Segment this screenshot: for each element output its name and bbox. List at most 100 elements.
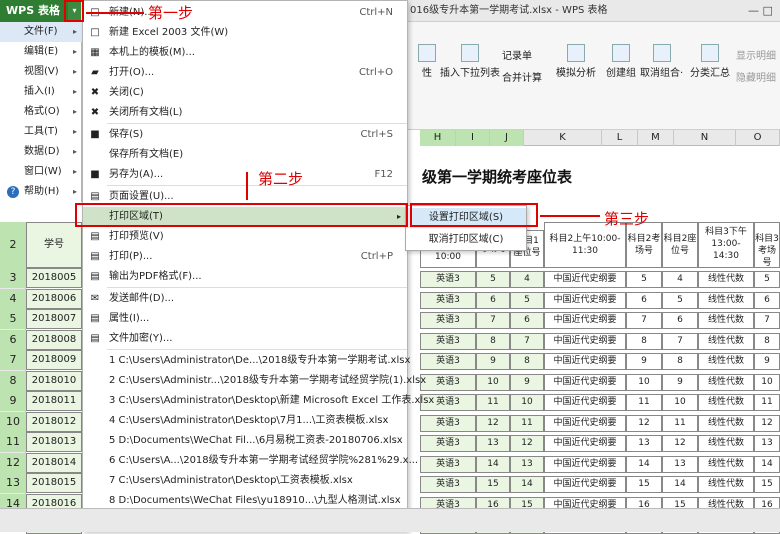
col-header[interactable]: I — [456, 130, 490, 146]
menu-format[interactable]: 格式(O) ▸ — [0, 102, 82, 122]
table-cell[interactable]: 14 — [510, 476, 544, 493]
table-cell[interactable]: 14 — [754, 455, 780, 473]
table-cell[interactable]: 12 — [476, 414, 510, 432]
menu-window[interactable]: 窗口(W) ▸ — [0, 162, 82, 182]
table-cell[interactable]: 中国近代史纲要 — [544, 476, 626, 493]
row-header[interactable]: 12 — [0, 452, 26, 473]
row-header[interactable]: 6 — [0, 329, 26, 350]
student-id-cell[interactable]: 2018011 — [26, 391, 82, 411]
table-cell[interactable]: 5 — [662, 291, 698, 309]
window-controls[interactable]: — □ — [748, 0, 773, 22]
table-cell[interactable]: 中国近代史纲要 — [544, 271, 626, 288]
table-cell[interactable]: 8 — [510, 353, 544, 370]
table-cell[interactable]: 14 — [476, 455, 510, 473]
ribbon-btn-group[interactable]: 创建组 — [606, 44, 636, 79]
table-cell[interactable]: 11 — [662, 414, 698, 432]
recent-file-item[interactable]: 6 C:\Users\A...\2018级专升本第一学期考试经贸学院%281%2… — [83, 451, 418, 471]
table-cell[interactable]: 英语3 — [420, 271, 476, 288]
table-cell[interactable]: 9 — [626, 353, 662, 370]
table-cell[interactable]: 13 — [476, 435, 510, 452]
table-cell[interactable]: 线性代数 — [698, 435, 754, 452]
table-cell[interactable]: 线性代数 — [698, 455, 754, 473]
header-cell-subj3[interactable]: 科目3下午13:00-14:30 — [698, 222, 754, 268]
menu-data[interactable]: 数据(D) ▸ — [0, 142, 82, 162]
table-cell[interactable]: 英语3 — [420, 332, 476, 350]
col-header[interactable]: M — [638, 130, 674, 146]
table-cell[interactable]: 4 — [662, 271, 698, 288]
row-header[interactable]: 4 — [0, 288, 26, 309]
col-header[interactable]: J — [490, 130, 524, 146]
table-cell[interactable]: 13 — [510, 455, 544, 473]
row-header[interactable]: 13 — [0, 473, 26, 493]
row-header[interactable]: 2 — [0, 222, 26, 268]
table-cell[interactable]: 6 — [754, 291, 780, 309]
table-cell[interactable]: 7 — [510, 332, 544, 350]
header-cell-xuehao[interactable]: 学号 — [26, 222, 82, 268]
file-menu-item[interactable]: ▤ 打印预览(V) — [83, 227, 407, 247]
table-cell[interactable]: 10 — [476, 373, 510, 391]
file-menu-item[interactable]: ▤ 打印(P)... Ctrl+P — [83, 247, 407, 267]
table-cell[interactable]: 6 — [510, 312, 544, 329]
recent-file-item[interactable]: 1 C:\Users\Administrator\De...\2018级专升本第… — [83, 351, 410, 371]
table-cell[interactable]: 11 — [510, 414, 544, 432]
table-cell[interactable]: 中国近代史纲要 — [544, 353, 626, 370]
row-header[interactable]: 10 — [0, 411, 26, 432]
table-cell[interactable]: 6 — [626, 291, 662, 309]
student-id-cell[interactable]: 2018006 — [26, 288, 82, 309]
table-cell[interactable]: 中国近代史纲要 — [544, 414, 626, 432]
table-cell[interactable]: 5 — [476, 271, 510, 288]
table-cell[interactable]: 15 — [754, 476, 780, 493]
col-header[interactable]: K — [524, 130, 602, 146]
table-cell[interactable]: 12 — [510, 435, 544, 452]
table-cell[interactable]: 线性代数 — [698, 414, 754, 432]
row-header[interactable]: 9 — [0, 391, 26, 411]
table-cell[interactable]: 英语3 — [420, 435, 476, 452]
table-cell[interactable]: 8 — [476, 332, 510, 350]
table-cell[interactable]: 15 — [476, 476, 510, 493]
cancel-print-area-item[interactable]: 取消打印区域(C) — [406, 230, 526, 250]
table-cell[interactable]: 英语3 — [420, 373, 476, 391]
row-header[interactable]: 8 — [0, 370, 26, 391]
table-cell[interactable]: 9 — [662, 373, 698, 391]
ribbon-hide-detail[interactable]: 隐藏明细 — [736, 69, 776, 84]
recent-file-item[interactable]: 3 C:\Users\Administrator\Desktop\新建 Micr… — [83, 391, 434, 411]
table-cell[interactable]: 英语3 — [420, 353, 476, 370]
ribbon-btn-dropdown-list[interactable]: 插入下拉列表 — [440, 44, 500, 79]
table-cell[interactable]: 线性代数 — [698, 332, 754, 350]
table-cell[interactable]: 5 — [754, 271, 780, 288]
row-header[interactable]: 3 — [0, 268, 26, 288]
table-cell[interactable]: 线性代数 — [698, 476, 754, 493]
student-id-cell[interactable]: 2018010 — [26, 370, 82, 391]
table-cell[interactable]: 9 — [754, 353, 780, 370]
table-cell[interactable]: 中国近代史纲要 — [544, 435, 626, 452]
table-cell[interactable]: 10 — [662, 394, 698, 411]
file-menu-item[interactable]: □ 新建 Excel 2003 文件(W) — [83, 23, 407, 43]
table-cell[interactable]: 7 — [626, 312, 662, 329]
table-cell[interactable]: 线性代数 — [698, 312, 754, 329]
ribbon-show-detail[interactable]: 显示明细 — [736, 47, 776, 62]
student-id-cell[interactable]: 2018015 — [26, 473, 82, 493]
file-menu-item[interactable]: ✖ 关闭所有文档(L) — [83, 103, 407, 123]
file-menu-item[interactable]: ▤ 输出为PDF格式(F)... — [83, 267, 407, 287]
table-cell[interactable]: 英语3 — [420, 312, 476, 329]
table-cell[interactable]: 10 — [754, 373, 780, 391]
file-menu-item[interactable]: ■ 保存(S) Ctrl+S — [83, 125, 407, 145]
ribbon-btn-record[interactable]: 记录单 — [502, 47, 532, 62]
table-cell[interactable]: 中国近代史纲要 — [544, 394, 626, 411]
table-cell[interactable]: 13 — [754, 435, 780, 452]
menu-view[interactable]: 视图(V) ▸ — [0, 62, 82, 82]
menu-help[interactable]: ? 帮助(H) ▸ — [0, 182, 82, 202]
table-cell[interactable]: 14 — [626, 455, 662, 473]
table-cell[interactable]: 7 — [754, 312, 780, 329]
table-cell[interactable]: 7 — [662, 332, 698, 350]
row-header[interactable]: 7 — [0, 350, 26, 370]
ribbon-btn-subtotal[interactable]: 分类汇总 — [690, 44, 730, 79]
table-cell[interactable]: 12 — [626, 414, 662, 432]
menu-tools[interactable]: 工具(T) ▸ — [0, 122, 82, 142]
table-cell[interactable]: 4 — [510, 271, 544, 288]
col-header[interactable]: H — [420, 130, 456, 146]
student-id-cell[interactable]: 2018012 — [26, 411, 82, 432]
recent-file-item[interactable]: 2 C:\Users\Administr...\2018级专升本第一学期考试经贸… — [83, 371, 426, 391]
header-cell-seat2[interactable]: 科目2座位号 — [662, 222, 698, 268]
table-cell[interactable]: 线性代数 — [698, 373, 754, 391]
